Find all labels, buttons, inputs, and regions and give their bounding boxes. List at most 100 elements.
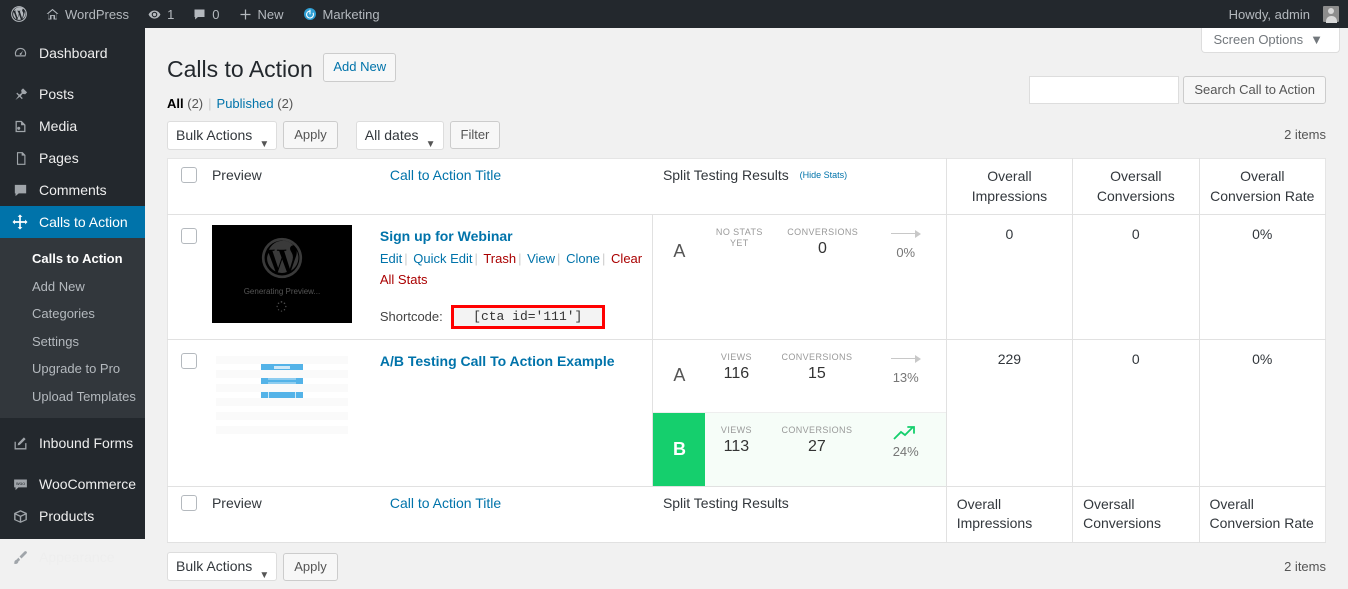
submenu-item-settings[interactable]: Settings <box>0 328 145 356</box>
filter-button[interactable]: Filter <box>449 121 501 149</box>
row-checkbox[interactable] <box>181 352 197 369</box>
apply-button-bottom[interactable]: Apply <box>283 552 338 581</box>
search-input[interactable] <box>1029 76 1180 104</box>
submenu-item-upload-templates[interactable]: Upload Templates <box>0 383 145 411</box>
row-select-cell <box>167 339 208 487</box>
apply-button-top[interactable]: Apply <box>283 121 338 149</box>
select-all-header <box>167 158 208 216</box>
filter-all[interactable]: All (2) <box>167 96 203 111</box>
row-action-clone[interactable]: Clone <box>566 251 600 266</box>
sidebar-item-label: Pages <box>39 150 79 166</box>
conversions-line1: Oversall <box>1110 168 1162 184</box>
variant-trend: 0% <box>872 215 946 288</box>
add-new-button[interactable]: Add New <box>323 53 397 82</box>
column-header-title[interactable]: Call to Action Title <box>379 158 653 216</box>
my-account-menu[interactable]: Howdy, admin <box>1220 0 1348 28</box>
bulk-actions-select-bottom[interactable]: Bulk Actions ▼ <box>167 552 278 582</box>
row-preview-cell <box>207 339 380 487</box>
rate-line1: Overall <box>1209 495 1254 512</box>
variant-stats: Views 113 Conversions 27 <box>705 413 871 486</box>
paintbrush-icon <box>10 549 30 566</box>
sidebar-item-dashboard[interactable]: Dashboard <box>0 37 145 69</box>
submenu-item-upgrade-to-pro[interactable]: Upgrade to Pro <box>0 355 145 383</box>
variant-rate-value: 0% <box>896 245 916 261</box>
sidebar-item-calls-to-action[interactable]: Calls to Action <box>0 206 153 238</box>
filter-all-link[interactable]: All <box>167 96 184 111</box>
submenu-item-categories[interactable]: Categories <box>0 300 145 328</box>
displaying-num-bottom: 2 items <box>1284 558 1326 574</box>
sidebar-item-woocommerce[interactable]: woo WooCommerce <box>0 468 145 500</box>
column-header-impressions: Overall Impressions <box>945 158 1073 216</box>
column-footer-split: Split Testing Results <box>652 486 947 543</box>
submenu-item-calls-to-action[interactable]: Calls to Action <box>0 245 145 273</box>
variant-stats: Views 116 Conversions 15 <box>705 340 871 412</box>
filter-published-link[interactable]: Published <box>217 96 274 111</box>
comments-count: 0 <box>212 6 220 22</box>
updates-icon <box>147 6 162 22</box>
impressions-line2: Impressions <box>956 515 1033 532</box>
submenu-item-add-new[interactable]: Add New <box>0 273 145 301</box>
variant-conversions-value: 15 <box>808 365 826 383</box>
site-name-menu[interactable]: WordPress <box>36 0 138 28</box>
variant-conversions-stat: Conversions 0 <box>787 227 858 258</box>
select-all-checkbox-footer[interactable] <box>181 494 197 511</box>
updates-menu[interactable]: 1 <box>138 0 183 28</box>
sidebar-item-media[interactable]: Media <box>0 110 145 142</box>
row-preview-cell: Generating Preview... <box>207 214 380 340</box>
row-title-link[interactable]: Sign up for Webinar <box>380 228 513 244</box>
sidebar-item-inbound-forms[interactable]: Inbound Forms <box>0 427 145 459</box>
variant-conversions-label: Conversions <box>781 424 853 435</box>
column-header-split-label: Split Testing Results <box>662 167 789 183</box>
sidebar-item-appearance[interactable]: Appearance <box>0 541 145 573</box>
sidebar-item-label: Posts <box>39 86 75 102</box>
row-title-link[interactable]: A/B Testing Call To Action Example <box>380 353 615 369</box>
row-conversion-rate: 0% <box>1198 339 1326 487</box>
variant-letter: A <box>673 365 686 386</box>
table-row: A/B Testing Call To Action Example A Vie… <box>167 339 1326 487</box>
shortcode-label: Shortcode: <box>379 309 443 325</box>
sidebar-item-label: WooCommerce <box>39 476 136 493</box>
hide-stats-link[interactable]: (Hide Stats) <box>800 170 848 180</box>
variant-row-a: A No stats yet Conversions 0 <box>653 215 945 288</box>
marketing-menu[interactable]: Marketing <box>293 0 389 28</box>
variant-stats: No stats yet Conversions 0 <box>705 215 871 288</box>
row-title-cell: Sign up for Webinar Edit | Quick Edit | Tr… <box>379 214 653 340</box>
menu-spacer-4 <box>0 532 145 541</box>
comments-menu[interactable]: 0 <box>183 0 228 28</box>
row-action-quick-edit[interactable]: Quick Edit <box>413 251 472 266</box>
sidebar-item-pages[interactable]: Pages <box>0 142 145 174</box>
conversions-line2: Conversions <box>1096 187 1175 204</box>
bulk-actions-select-top[interactable]: Bulk Actions ▼ <box>167 120 278 150</box>
row-split-test-cell: A No stats yet Conversions 0 <box>652 214 947 340</box>
date-filter-select[interactable]: All dates ▼ <box>355 120 444 150</box>
row-action-edit[interactable]: Edit <box>380 251 402 266</box>
sidebar-item-label: Appearance <box>39 549 115 566</box>
variant-conversions-stat: Conversions 27 <box>781 425 852 456</box>
row-checkbox[interactable] <box>181 228 197 245</box>
select-all-checkbox[interactable] <box>181 167 197 183</box>
menu-spacer-1 <box>0 69 145 78</box>
column-footer-title[interactable]: Call to Action Title <box>379 486 653 543</box>
impressions-line1: Overall <box>987 168 1032 184</box>
search-submit-button[interactable]: Search Call to Action <box>1183 76 1326 104</box>
wordpress-logo-icon <box>259 235 305 281</box>
variant-views-stat: No stats yet <box>705 227 773 252</box>
row-title-cell: A/B Testing Call To Action Example <box>379 339 653 487</box>
sidebar-item-comments[interactable]: Comments <box>0 174 145 206</box>
variant-row-b: B Views 113 Conversions 27 <box>653 412 946 486</box>
move-arrows-icon <box>10 213 30 231</box>
variant-trend: 24% <box>872 413 946 486</box>
new-content-menu[interactable]: New <box>229 0 293 28</box>
preview-thumbnail-generating[interactable]: Generating Preview... <box>211 225 352 324</box>
wordpress-logo-button[interactable] <box>0 0 36 28</box>
row-action-trash[interactable]: Trash <box>483 251 516 266</box>
variant-views-label: Views <box>720 424 752 435</box>
trend-up-arrow-icon <box>892 425 920 440</box>
select-all-footer <box>167 486 208 543</box>
row-action-view[interactable]: View <box>527 251 555 266</box>
sidebar-item-products[interactable]: Products <box>0 500 145 532</box>
filter-published[interactable]: Published (2) <box>217 96 294 111</box>
shortcode-input[interactable] <box>450 304 605 329</box>
sidebar-item-posts[interactable]: Posts <box>0 78 145 110</box>
preview-thumbnail-cta[interactable] <box>211 349 352 448</box>
